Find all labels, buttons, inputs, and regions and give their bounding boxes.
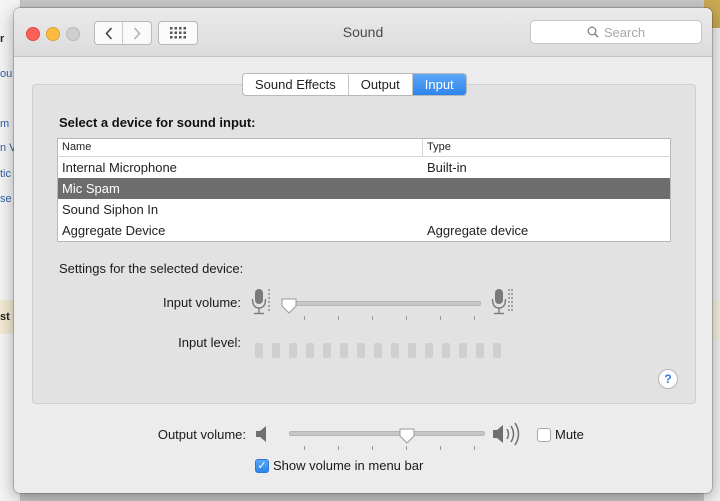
- column-header-type[interactable]: Type: [427, 141, 451, 153]
- microphone-low-icon: [251, 289, 270, 315]
- input-volume-slider-thumb[interactable]: [280, 297, 298, 315]
- table-header: Name Type: [58, 139, 670, 157]
- sound-preferences-window: Sound Search Sound Effects Output Input …: [14, 8, 712, 493]
- microphone-high-icon: [491, 289, 513, 315]
- level-segment: [493, 343, 501, 358]
- level-segment: [357, 343, 365, 358]
- device-list-heading: Select a device for sound input:: [59, 115, 256, 130]
- device-type: Aggregate device: [427, 223, 529, 238]
- search-icon: [587, 26, 599, 38]
- input-volume-track[interactable]: [285, 301, 481, 306]
- speaker-high-icon: [493, 422, 520, 446]
- level-segment: [289, 343, 297, 358]
- table-row-selected[interactable]: Mic Spam: [58, 178, 670, 199]
- bg-text-fragment: r: [0, 33, 5, 45]
- bg-text-fragment: st: [0, 311, 10, 323]
- output-volume-slider-thumb[interactable]: [398, 427, 416, 445]
- show-volume-label: Show volume in menu bar: [273, 458, 424, 473]
- level-segment: [323, 343, 331, 358]
- level-segment: [391, 343, 399, 358]
- tab-output[interactable]: Output: [349, 74, 413, 95]
- level-segment: [442, 343, 450, 358]
- level-segment: [306, 343, 314, 358]
- column-header-name[interactable]: Name: [62, 141, 91, 153]
- level-segment: [459, 343, 467, 358]
- input-device-table: Name Type Internal Microphone Built-in M…: [57, 138, 671, 242]
- level-segment: [425, 343, 433, 358]
- table-row[interactable]: Internal Microphone Built-in: [58, 157, 670, 178]
- input-volume-label: Input volume:: [162, 295, 241, 310]
- help-button[interactable]: ?: [658, 369, 678, 389]
- level-segment: [272, 343, 280, 358]
- speaker-low-icon: [256, 426, 266, 442]
- settings-label: Settings for the selected device:: [59, 261, 244, 276]
- pane-tabs: Sound Effects Output Input: [242, 73, 467, 96]
- level-segment: [374, 343, 382, 358]
- bg-link-fragment: se: [0, 193, 12, 205]
- mute-label: Mute: [555, 427, 584, 442]
- output-volume-label: Output volume:: [157, 427, 246, 442]
- device-name: Internal Microphone: [62, 160, 177, 175]
- title-bar: Sound Search: [14, 8, 712, 57]
- level-segment: [255, 343, 263, 358]
- table-row[interactable]: Sound Siphon In: [58, 199, 670, 220]
- bg-link-fragment: m: [0, 118, 10, 130]
- level-segment: [408, 343, 416, 358]
- device-name: Sound Siphon In: [62, 202, 159, 217]
- input-panel: Select a device for sound input: Name Ty…: [32, 84, 696, 404]
- bg-link-fragment: tic: [0, 168, 11, 180]
- tab-sound-effects[interactable]: Sound Effects: [243, 74, 349, 95]
- table-row[interactable]: Aggregate Device Aggregate device: [58, 220, 670, 241]
- tab-input[interactable]: Input: [412, 74, 466, 95]
- level-segment: [476, 343, 484, 358]
- search-field[interactable]: Search: [530, 20, 702, 44]
- input-level-label: Input level:: [178, 335, 241, 350]
- device-name: Mic Spam: [62, 181, 120, 196]
- show-volume-checkbox[interactable]: ✓: [255, 459, 269, 473]
- bg-link-fragment: ou: [0, 68, 13, 80]
- search-placeholder: Search: [603, 24, 646, 40]
- mute-checkbox[interactable]: [537, 428, 551, 442]
- device-name: Aggregate Device: [62, 223, 166, 238]
- output-volume-track[interactable]: [289, 431, 485, 436]
- device-type: Built-in: [427, 160, 467, 175]
- level-segment: [340, 343, 348, 358]
